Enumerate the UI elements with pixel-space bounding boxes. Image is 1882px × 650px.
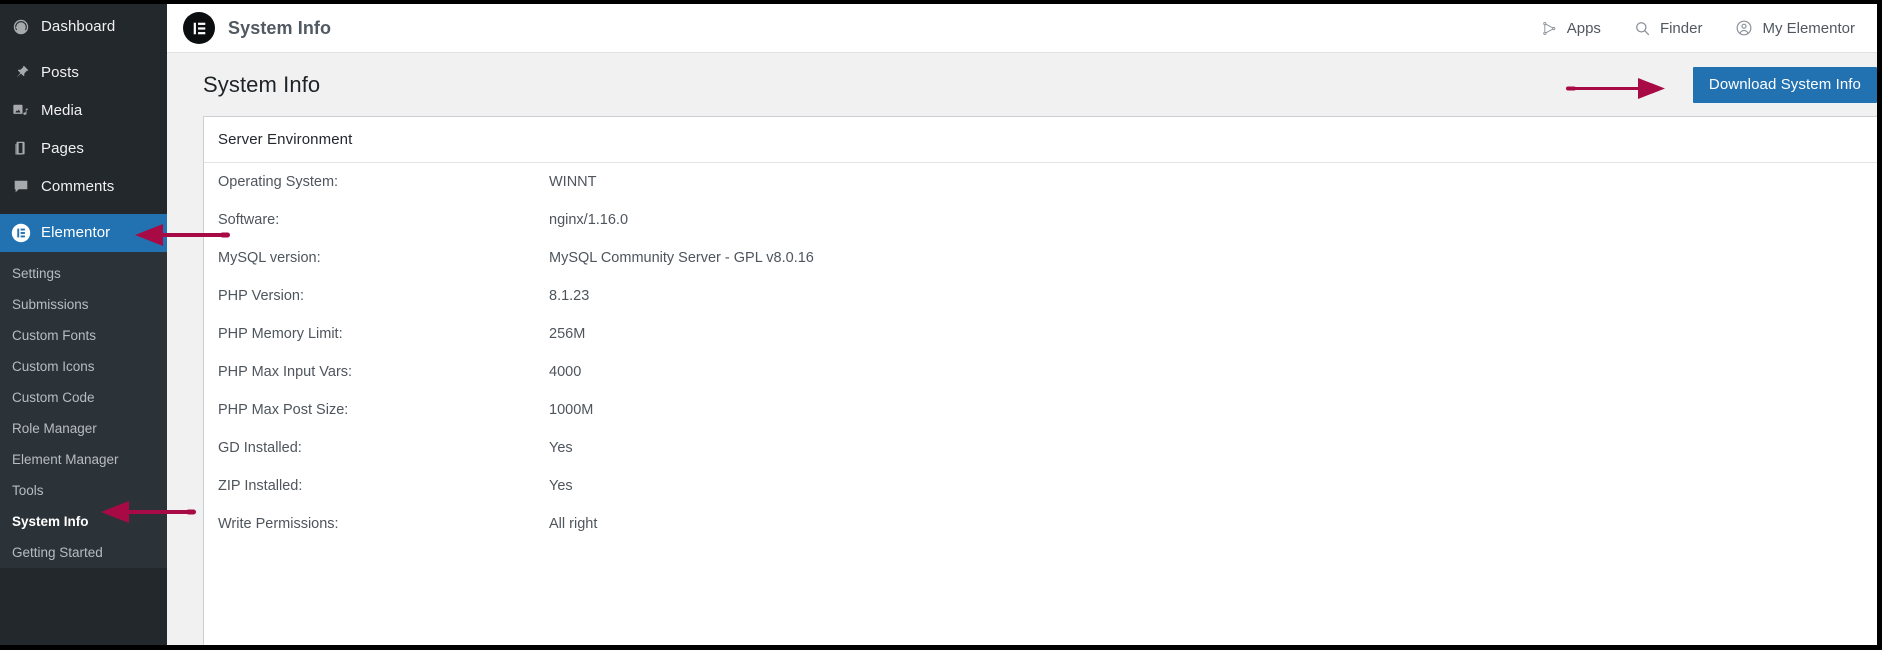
row-key: PHP Max Post Size:: [218, 402, 349, 418]
table-row: PHP Version: 8.1.23: [204, 277, 1877, 315]
comments-icon: [11, 177, 31, 197]
top-bar-action-label: Apps: [1566, 19, 1601, 37]
row-value: 4000: [549, 364, 582, 380]
sidebar-item-comments[interactable]: Comments: [0, 168, 167, 206]
page-header-actions: Download System Info: [1565, 65, 1877, 105]
sidebar-primary-nav: Dashboard Posts Media Pages Comments Ele…: [0, 4, 167, 252]
row-key: GD Installed:: [218, 440, 302, 456]
page-header: System Info Download System Info: [167, 53, 1877, 116]
main-content: System Info Download System Info Server …: [167, 53, 1877, 645]
submenu-item-custom-code[interactable]: Custom Code: [0, 382, 167, 413]
row-key: PHP Memory Limit:: [218, 326, 343, 342]
sidebar-item-elementor[interactable]: Elementor: [0, 214, 167, 252]
row-value: WINNT: [549, 174, 597, 190]
sidebar-item-label: Media: [41, 102, 83, 119]
account-icon: [1735, 19, 1753, 37]
elementor-top-bar: System Info Apps Finder My Elementor: [167, 4, 1877, 53]
app-window: Dashboard Posts Media Pages Comments Ele…: [0, 0, 1882, 650]
table-row: PHP Max Post Size: 1000M: [204, 391, 1877, 429]
top-bar-action-label: Finder: [1659, 19, 1703, 37]
top-bar-action-label: My Elementor: [1762, 19, 1855, 37]
submenu-item-submissions[interactable]: Submissions: [0, 289, 167, 320]
elementor-submenu: Settings Submissions Custom Fonts Custom…: [0, 252, 167, 568]
row-value: MySQL Community Server - GPL v8.0.16: [549, 250, 814, 266]
row-value: 8.1.23: [549, 288, 590, 304]
row-key: PHP Max Input Vars:: [218, 364, 353, 380]
sidebar-item-label: Pages: [41, 140, 85, 157]
row-value: 1000M: [549, 402, 594, 418]
search-icon: [1634, 20, 1651, 37]
row-value: Yes: [549, 478, 573, 494]
sidebar-item-label: Dashboard: [41, 18, 116, 35]
table-row: PHP Max Input Vars: 4000: [204, 353, 1877, 391]
admin-sidebar: Dashboard Posts Media Pages Comments Ele…: [0, 4, 167, 645]
sidebar-item-label: Elementor: [41, 224, 111, 241]
submenu-item-system-info[interactable]: System Info: [0, 506, 167, 537]
page-title: System Info: [203, 71, 321, 97]
table-row: Software: nginx/1.16.0: [204, 201, 1877, 239]
row-value: All right: [549, 516, 598, 532]
sidebar-item-label: Posts: [41, 64, 80, 81]
brand-block: System Info: [183, 12, 331, 44]
apps-icon: [1541, 20, 1558, 37]
top-bar-actions: Apps Finder My Elementor: [1541, 19, 1855, 37]
top-bar-finder-button[interactable]: Finder: [1634, 19, 1703, 37]
top-bar-my-elementor-button[interactable]: My Elementor: [1735, 19, 1855, 37]
sidebar-item-label: Comments: [41, 178, 115, 195]
media-icon: [11, 101, 31, 121]
table-row: Write Permissions: All right: [204, 505, 1877, 543]
elementor-icon: [11, 223, 31, 243]
table-row: ZIP Installed: Yes: [204, 467, 1877, 505]
server-environment-panel: Server Environment Operating System: WIN…: [203, 116, 1877, 645]
row-key: ZIP Installed:: [218, 478, 303, 494]
sidebar-item-pages[interactable]: Pages: [0, 130, 167, 168]
table-row: Operating System: WINNT: [204, 163, 1877, 201]
row-key: Operating System:: [218, 174, 339, 190]
row-key: Software:: [218, 212, 280, 228]
row-value: nginx/1.16.0: [549, 212, 629, 228]
table-row: PHP Memory Limit: 256M: [204, 315, 1877, 353]
submenu-item-settings[interactable]: Settings: [0, 258, 167, 289]
sidebar-item-media[interactable]: Media: [0, 92, 167, 130]
sidebar-item-posts[interactable]: Posts: [0, 54, 167, 92]
row-value: 256M: [549, 326, 586, 342]
sidebar-item-dashboard[interactable]: Dashboard: [0, 8, 167, 46]
elementor-logo-icon: [183, 12, 215, 44]
table-row: MySQL version: MySQL Community Server - …: [204, 239, 1877, 277]
dashboard-icon: [11, 17, 31, 37]
submenu-item-custom-icons[interactable]: Custom Icons: [0, 351, 167, 382]
top-bar-title: System Info: [228, 17, 332, 38]
submenu-item-getting-started[interactable]: Getting Started: [0, 537, 167, 568]
row-key: PHP Version:: [218, 288, 304, 304]
submenu-item-role-manager[interactable]: Role Manager: [0, 413, 167, 444]
download-system-info-button[interactable]: Download System Info: [1692, 66, 1877, 103]
table-row: GD Installed: Yes: [204, 429, 1877, 467]
panel-heading: Server Environment: [204, 117, 1877, 163]
row-key: MySQL version:: [218, 250, 321, 266]
pin-icon: [11, 63, 31, 83]
submenu-item-element-manager[interactable]: Element Manager: [0, 444, 167, 475]
top-bar-apps-button[interactable]: Apps: [1541, 20, 1601, 37]
row-value: Yes: [549, 440, 573, 456]
submenu-item-custom-fonts[interactable]: Custom Fonts: [0, 320, 167, 351]
submenu-item-tools[interactable]: Tools: [0, 475, 167, 506]
row-key: Write Permissions:: [218, 516, 339, 532]
pages-icon: [11, 139, 31, 159]
arrow-pointing-to-download-button: [1565, 65, 1670, 105]
